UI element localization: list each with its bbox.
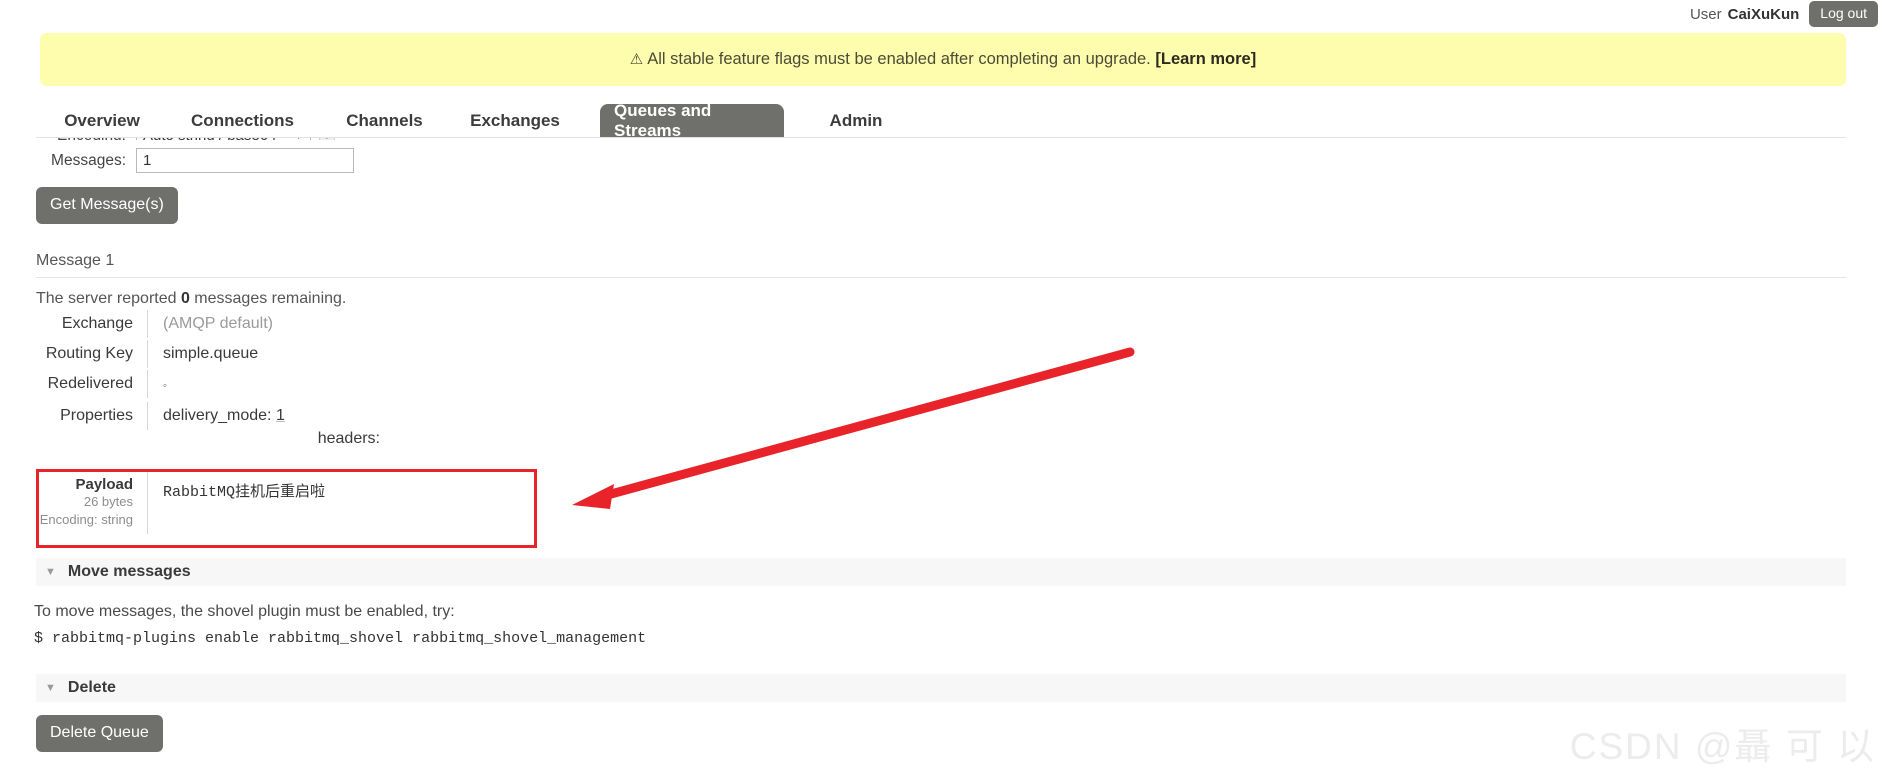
payload-encoding: Encoding: string xyxy=(39,511,133,527)
triangle-down-icon: ▼ xyxy=(45,566,56,578)
user-name: CaiXuKun xyxy=(1727,5,1800,23)
delete-queue-button-wrap: Delete Queue xyxy=(36,715,163,752)
logout-button[interactable]: Log out xyxy=(1809,1,1878,27)
main-navigation-tabs: Overview Connections Channels Exchanges … xyxy=(36,101,1846,140)
table-row: Properties delivery_mode: 1 headers: xyxy=(36,402,1036,448)
tab-queues-and-streams[interactable]: Queues and Streams xyxy=(600,101,784,140)
server-report-text: The server reported 0 messages remaining… xyxy=(36,290,346,308)
tabs-underline xyxy=(36,137,1846,138)
payload-row: Payload 26 bytes Encoding: string Rabbit… xyxy=(36,470,1036,535)
headers-label: headers: xyxy=(317,430,380,447)
messages-label: Messages: xyxy=(51,151,126,169)
top-user-bar: User CaiXuKun Log out xyxy=(0,0,1894,28)
get-messages-button-wrap: Get Message(s) xyxy=(36,187,1846,224)
message-properties-table: Exchange (AMQP default) Routing Key simp… xyxy=(36,310,1036,448)
tab-admin[interactable]: Admin xyxy=(813,104,899,138)
tabs-background xyxy=(36,104,1846,138)
get-messages-button[interactable]: Get Message(s) xyxy=(36,187,178,224)
circle-icon: ◦ xyxy=(163,380,167,392)
payload-title: Payload xyxy=(75,476,133,493)
message-heading: Message 1 xyxy=(36,252,1846,278)
server-report-suffix: messages remaining. xyxy=(189,290,347,307)
payload-size: 26 bytes xyxy=(83,494,133,509)
tab-channels[interactable]: Channels xyxy=(336,104,433,138)
move-messages-help-text: To move messages, the shovel plugin must… xyxy=(34,603,455,620)
feature-flag-warning-banner: ⚠ All stable feature flags must be enable… xyxy=(40,33,1846,86)
messages-count-row: Messages: xyxy=(36,148,1846,173)
delivery-mode-label: delivery_mode: xyxy=(163,407,272,424)
tab-overview[interactable]: Overview xyxy=(53,104,151,138)
properties-values: delivery_mode: 1 headers: xyxy=(148,402,380,448)
delete-queue-button[interactable]: Delete Queue xyxy=(36,715,163,752)
user-label: User xyxy=(1689,5,1722,23)
table-row: Redelivered ◦ xyxy=(36,370,1036,402)
routing-key-label: Routing Key xyxy=(36,340,148,368)
tab-connections[interactable]: Connections xyxy=(180,104,305,138)
delivery-mode-value: 1 xyxy=(275,407,285,424)
table-row: Routing Key simple.queue xyxy=(36,340,1036,370)
exchange-label: Exchange xyxy=(36,310,148,338)
properties-label: Properties xyxy=(36,402,148,430)
server-report-prefix: The server reported xyxy=(36,290,181,307)
delete-section-header[interactable]: ▼ Delete xyxy=(36,674,1846,702)
tab-exchanges[interactable]: Exchanges xyxy=(460,104,570,138)
server-report-count: 0 xyxy=(180,290,190,307)
routing-key-value: simple.queue xyxy=(163,345,259,362)
get-messages-form: Encoding: Auto string / base64 ▼ ? Messa… xyxy=(36,124,1846,224)
redelivered-value: ◦ xyxy=(148,370,167,402)
payload-meta: Payload 26 bytes Encoding: string xyxy=(36,470,148,535)
learn-more-link[interactable]: [Learn more] xyxy=(1155,50,1256,68)
delivery-mode-line: delivery_mode: 1 xyxy=(148,402,380,430)
warning-triangle-icon: ⚠ xyxy=(629,51,644,68)
table-row: Exchange (AMQP default) xyxy=(36,310,1036,340)
delete-section-title: Delete xyxy=(67,679,116,696)
triangle-down-icon: ▼ xyxy=(45,682,56,694)
move-messages-section-header[interactable]: ▼ Move messages xyxy=(36,558,1846,586)
banner-text: ⚠ All stable feature flags must be enable… xyxy=(630,50,1256,69)
redelivered-label: Redelivered xyxy=(36,370,148,398)
payload-content: RabbitMQ挂机后重启啦 xyxy=(163,484,326,501)
exchange-value: (AMQP default) xyxy=(163,315,273,332)
csdn-watermark: CSDN @聶 可 以 xyxy=(1569,726,1876,767)
shovel-plugin-command: $ rabbitmq-plugins enable rabbitmq_shove… xyxy=(34,630,647,647)
messages-count-input[interactable] xyxy=(136,148,354,173)
move-messages-title: Move messages xyxy=(67,563,191,580)
banner-message: All stable feature flags must be enabled… xyxy=(647,50,1151,68)
